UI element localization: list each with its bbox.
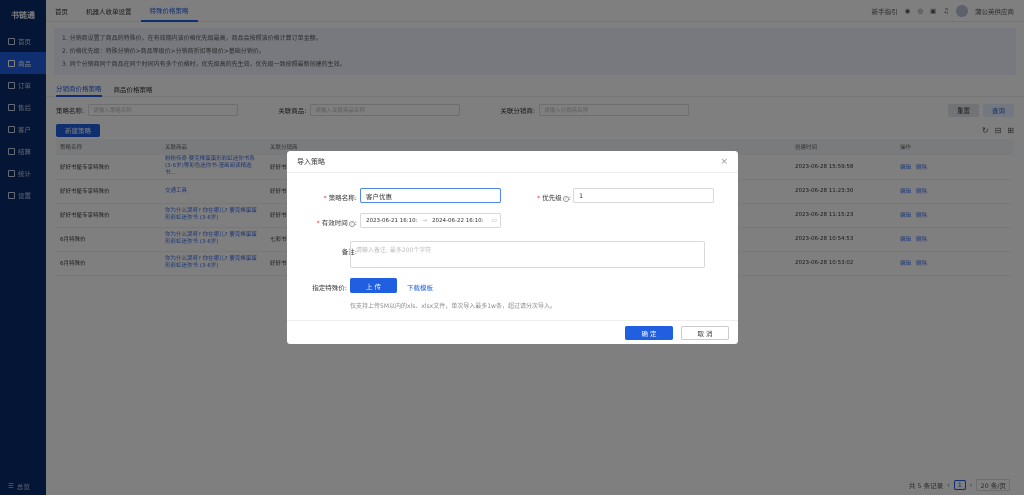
label-text: 有效时间: [321, 219, 348, 227]
calendar-icon[interactable]: ▭: [491, 217, 497, 224]
special-price-field-label: 指定特殊价:: [312, 284, 347, 292]
end-date[interactable]: 2024-06-22 16:10:: [432, 218, 483, 224]
valid-time-range[interactable]: 2023-06-21 16:10: → 2024-06-22 16:10: ▭: [360, 213, 501, 228]
label-text: 优先级: [542, 194, 562, 202]
download-template-link[interactable]: 下载模板: [407, 282, 433, 292]
help-icon[interactable]: ?: [348, 221, 355, 227]
help-icon[interactable]: ?: [562, 196, 569, 202]
confirm-button[interactable]: 确 定: [625, 325, 673, 340]
remark-field-label: 备注:: [341, 248, 357, 256]
upload-button[interactable]: 上 传: [350, 278, 397, 293]
remark-textarea[interactable]: 请输入备注, 最多200个字符: [350, 241, 705, 268]
cancel-button[interactable]: 取 消: [681, 325, 729, 340]
dialog-body: * 策略名称: 客户优惠 * 优先级?: 1 * 有效时间?: 2023-06-21 …: [287, 173, 738, 320]
start-date[interactable]: 2023-06-21 16:10:: [366, 218, 417, 224]
dialog-footer: 确 定 取 消: [287, 320, 738, 344]
close-icon[interactable]: ×: [720, 157, 728, 167]
arrow-icon: →: [422, 217, 428, 224]
dialog-header: 导入策略 ×: [287, 151, 738, 173]
policy-name-field-label: * 策略名称:: [323, 194, 357, 202]
upload-hint: 仅支持上传5M以内的xls、xlsx文件，单次导入最多1w条，超过请分次导入。: [350, 303, 556, 310]
policy-name-field[interactable]: 客户优惠: [360, 188, 501, 203]
priority-field[interactable]: 1: [573, 188, 714, 203]
priority-field-label: * 优先级?:: [537, 194, 571, 202]
label-text: 策略名称:: [328, 194, 357, 202]
valid-time-field-label: * 有效时间?:: [316, 219, 357, 227]
dialog-title: 导入策略: [297, 157, 325, 166]
import-policy-dialog: 导入策略 × * 策略名称: 客户优惠 * 优先级?: 1 * 有效时间?: 2023…: [287, 151, 738, 344]
